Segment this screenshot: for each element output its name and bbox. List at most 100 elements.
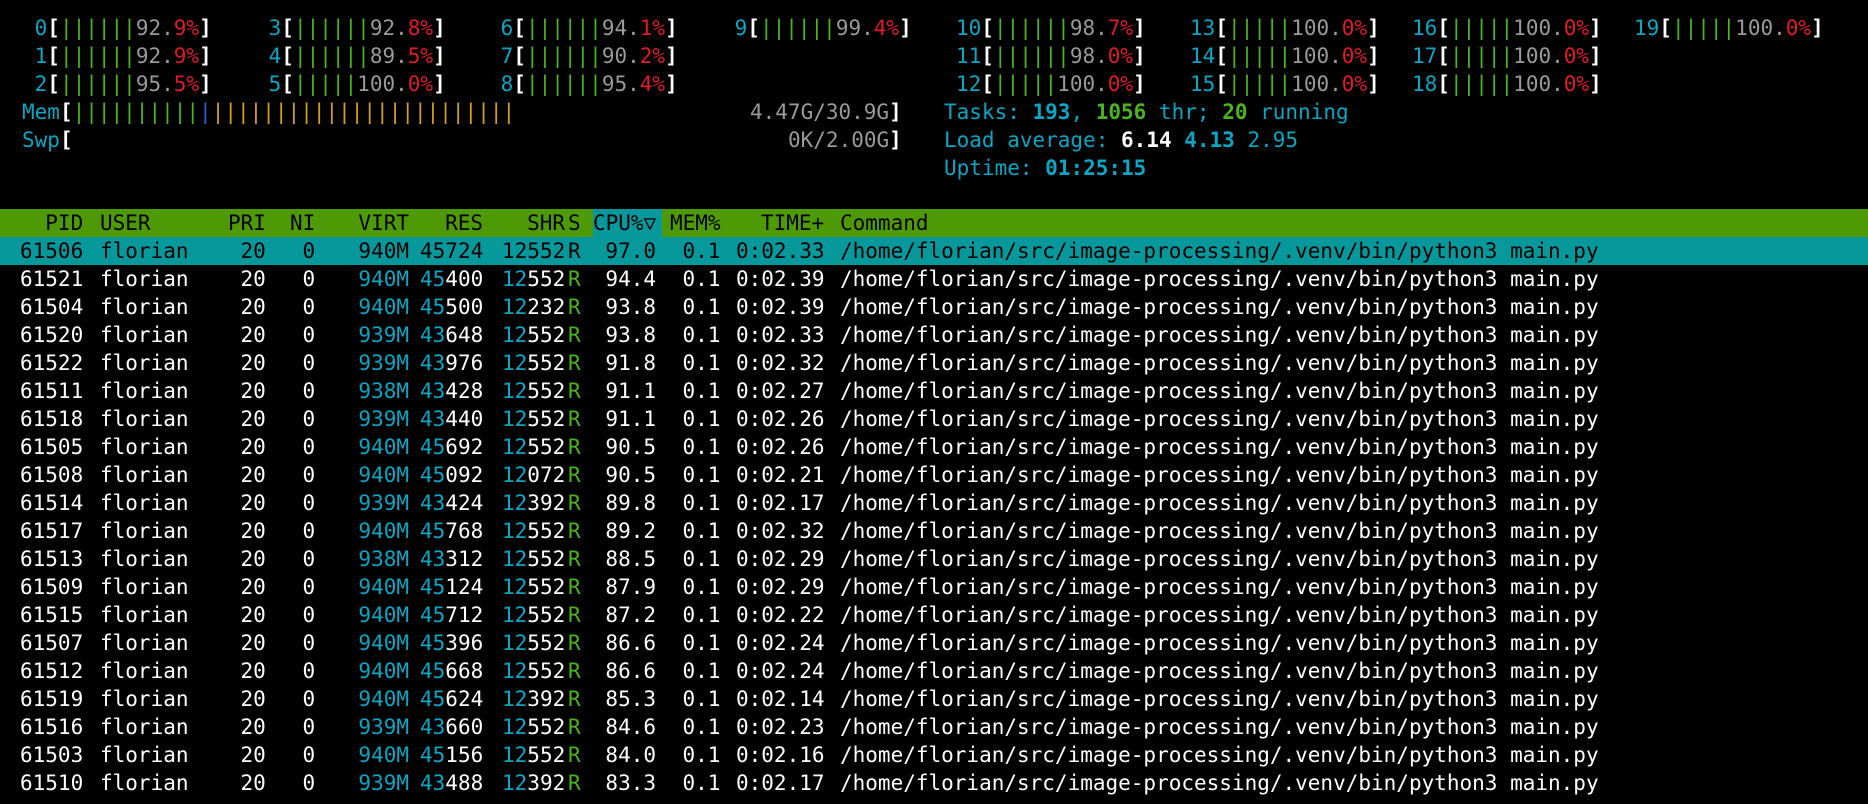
- table-row[interactable]: 61519 florian 20 0 940M 45624 12392 R 85.3 0.1 0:0…: [0, 685, 1868, 713]
- table-row[interactable]: 61516 florian 20 0 939M 43660 12552 R 84.6 0.1 0:0…: [0, 713, 1868, 741]
- column-header-virt[interactable]: VIRT: [346, 209, 409, 237]
- res-cell: 43648: [420, 323, 484, 347]
- table-row[interactable]: 61506 florian 20 0 940M 45724 12552 R 97.0 0.1 0:0…: [0, 237, 1868, 265]
- shr-cell: 12392: [502, 771, 566, 795]
- tasks-summary: Tasks: 193, 1056 thr; 20 running: [944, 100, 1349, 124]
- mem-cell: 0.1: [682, 715, 721, 739]
- column-header-s[interactable]: S: [568, 209, 581, 237]
- bracket-open: [: [47, 44, 60, 68]
- cpu-percent-tail: 0: [1107, 44, 1121, 68]
- percent-sign: %: [420, 72, 434, 96]
- threads-label: thr;: [1146, 100, 1223, 124]
- column-header-time[interactable]: TIME+: [736, 209, 824, 237]
- table-row[interactable]: 61521 florian 20 0 940M 45400 12552 R 94.4 0.1 0:0…: [0, 265, 1868, 293]
- cpu-meter-14: 14[|||||100.0100.0%]: [1190, 42, 1380, 70]
- bracket-close: ]: [1133, 72, 1146, 96]
- cpu-id: 16: [1412, 16, 1438, 40]
- load-average: Load average: 6.14 4.13 2.95: [944, 126, 1298, 154]
- res-cell: 45124: [420, 575, 484, 599]
- shr-cell: 12552: [502, 603, 566, 627]
- res-cell: 43976: [420, 351, 484, 375]
- swap-label: Swp: [22, 128, 60, 152]
- mem-cell: 0.1: [682, 407, 721, 431]
- cpu-percent-value: 100.: [357, 72, 408, 96]
- pri-cell: 20: [240, 743, 266, 767]
- cpu-percent-value: 100.: [1057, 72, 1108, 96]
- state-cell: R: [568, 519, 581, 543]
- table-row[interactable]: 61514 florian 20 0 939M 43424 12392 R 89.8 0.1 0:0…: [0, 489, 1868, 517]
- table-row[interactable]: 61518 florian 20 0 939M 43440 12552 R 91.1 0.1 0:0…: [0, 405, 1868, 433]
- shr-cell: 12552: [502, 379, 566, 403]
- bracket-open: [: [281, 44, 294, 68]
- pid-cell: 61512: [20, 659, 84, 683]
- cpu-percent-tail: 0: [407, 72, 421, 96]
- virt-cell: 939M: [358, 771, 409, 795]
- ni-cell: 0: [302, 379, 316, 403]
- cpu-meter-17: 17[|||||100.0100.0%]: [1412, 42, 1602, 70]
- column-header-shr[interactable]: SHR: [502, 209, 565, 237]
- virt-cell: 939M: [358, 351, 409, 375]
- res-cell: 45724: [420, 239, 484, 263]
- column-header-user[interactable]: USER: [100, 209, 151, 237]
- table-row[interactable]: 61515 florian 20 0 940M 45712 12552 R 87.2 0.1 0:0…: [0, 601, 1868, 629]
- table-row[interactable]: 61511 florian 20 0 938M 43428 12552 R 91.1 0.1 0:0…: [0, 377, 1868, 405]
- cpu-meter-16: 16[|||||100.0100.0%]: [1412, 14, 1602, 42]
- table-row[interactable]: 61513 florian 20 0 938M 43312 12552 R 88.5 0.1 0:0…: [0, 545, 1868, 573]
- cpu-percent-tail: 1: [639, 16, 653, 40]
- column-header-pid[interactable]: PID: [20, 209, 83, 237]
- bracket-close: ]: [433, 16, 446, 40]
- column-header-pri[interactable]: PRI: [228, 209, 266, 237]
- cpu-meter-12: 12[|||||100.0100.0%]: [956, 70, 1146, 98]
- ni-cell: 0: [302, 491, 316, 515]
- cpu-bar: ||||||: [59, 44, 136, 68]
- cpu-percent-value: 100.: [1291, 44, 1342, 68]
- table-row[interactable]: 61504 florian 20 0 940M 45500 12232 R 93.8 0.1 0:0…: [0, 293, 1868, 321]
- cpu-cell: 93.8: [605, 323, 656, 347]
- user-cell: florian: [100, 323, 189, 347]
- command-cell: /home/florian/src/image-processing/.venv…: [840, 771, 1599, 795]
- table-row[interactable]: 61509 florian 20 0 940M 45124 12552 R 87.9 0.1 0:0…: [0, 573, 1868, 601]
- column-header-mem[interactable]: MEM%: [670, 209, 721, 237]
- ni-cell: 0: [302, 323, 316, 347]
- table-row[interactable]: 61505 florian 20 0 940M 45692 12552 R 90.5 0.1 0:0…: [0, 433, 1868, 461]
- table-row[interactable]: 61512 florian 20 0 940M 45668 12552 R 86.6 0.1 0:0…: [0, 657, 1868, 685]
- bracket-open: [: [1437, 44, 1450, 68]
- shr-cell: 12392: [502, 491, 566, 515]
- cpu-percent-value: 100.: [1291, 16, 1342, 40]
- table-row[interactable]: 61510 florian 20 0 939M 43488 12392 R 83.3 0.1 0:0…: [0, 769, 1868, 797]
- pri-cell: 20: [240, 351, 266, 375]
- table-row[interactable]: 61503 florian 20 0 940M 45156 12552 R 84.0 0.1 0:0…: [0, 741, 1868, 769]
- column-header-res[interactable]: RES: [420, 209, 483, 237]
- cpu-bar: ||||||: [59, 72, 136, 96]
- mem-cell: 0.1: [682, 603, 721, 627]
- time-cell: 0:02.32: [736, 351, 825, 375]
- user-cell: florian: [100, 771, 189, 795]
- bracket-open: [: [513, 16, 526, 40]
- percent-sign: %: [1354, 44, 1368, 68]
- table-row[interactable]: 61508 florian 20 0 940M 45092 12072 R 90.5 0.1 0:0…: [0, 461, 1868, 489]
- virt-cell: 940M: [358, 267, 409, 291]
- pri-cell: 20: [240, 659, 266, 683]
- table-row[interactable]: 61507 florian 20 0 940M 45396 12552 R 86.6 0.1 0:0…: [0, 629, 1868, 657]
- time-cell: 0:02.24: [736, 659, 825, 683]
- table-row[interactable]: 61520 florian 20 0 939M 43648 12552 R 93.8 0.1 0:0…: [0, 321, 1868, 349]
- shr-cell: 12552: [502, 715, 566, 739]
- bracket-open: [: [1215, 44, 1228, 68]
- cpu-percent-tail: 4: [873, 16, 887, 40]
- table-row[interactable]: 61522 florian 20 0 939M 43976 12552 R 91.8 0.1 0:0…: [0, 349, 1868, 377]
- bracket-open: [: [1215, 72, 1228, 96]
- percent-sign: %: [186, 16, 200, 40]
- tasks-label: Tasks:: [944, 100, 1033, 124]
- column-header-cmd[interactable]: Command: [840, 209, 929, 237]
- cpu-percent-value: 92.: [369, 16, 408, 40]
- user-cell: florian: [100, 407, 189, 431]
- user-cell: florian: [100, 491, 189, 515]
- res-cell: 43312: [420, 547, 484, 571]
- cpu-bar: ||||||: [293, 44, 370, 68]
- virt-cell: 940M: [358, 463, 409, 487]
- command-cell: /home/florian/src/image-processing/.venv…: [840, 379, 1599, 403]
- column-header-cpu[interactable]: CPU%▽: [593, 209, 662, 237]
- column-header-ni[interactable]: NI: [290, 209, 315, 237]
- bracket-open: [: [47, 16, 60, 40]
- table-row[interactable]: 61517 florian 20 0 940M 45768 12552 R 89.2 0.1 0:0…: [0, 517, 1868, 545]
